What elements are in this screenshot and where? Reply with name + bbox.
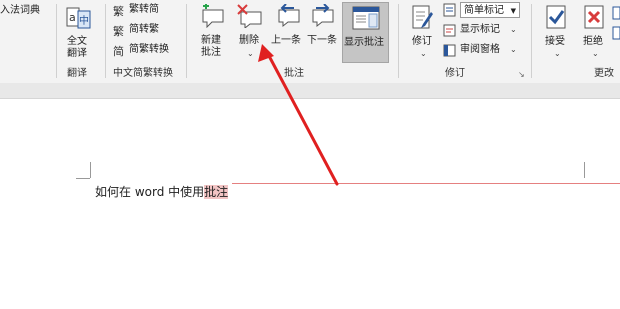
annotation-arrow-icon bbox=[258, 44, 339, 186]
